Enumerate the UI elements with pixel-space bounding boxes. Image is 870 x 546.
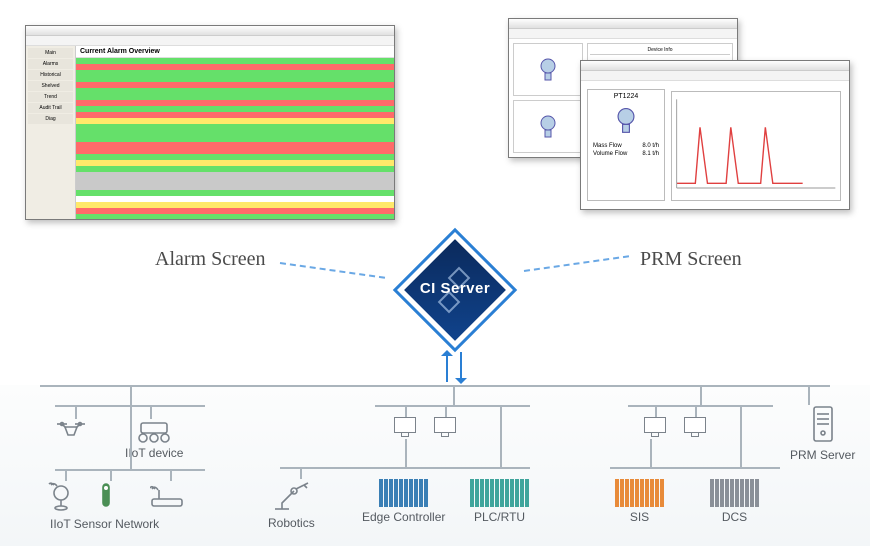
transmitter-icon bbox=[533, 55, 563, 85]
sensor-ball-icon bbox=[48, 481, 74, 511]
main-bus bbox=[40, 385, 830, 387]
transmitter-icon bbox=[533, 112, 563, 142]
prm-server-label: PRM Server bbox=[790, 448, 855, 462]
iiot-device-label: IIoT device bbox=[125, 446, 183, 460]
prm-screenshot-2: PT1224 Mass Flow8.0 t/hVolume Flow8.1 t/… bbox=[580, 60, 850, 210]
dcs-rack: DCS bbox=[710, 479, 759, 524]
alarm-sidebar-item: Trend bbox=[28, 92, 73, 102]
network-topology: IIoT device IIoT Sensor Network Robotics… bbox=[0, 385, 870, 546]
connector-alarm-to-ci bbox=[280, 262, 385, 279]
hmi-icon bbox=[684, 417, 706, 433]
alarm-sidebar-item: Shelved bbox=[28, 81, 73, 91]
readings-list: Mass Flow8.0 t/hVolume Flow8.1 t/h bbox=[591, 142, 661, 158]
window-toolbar bbox=[509, 29, 737, 39]
hmi-icon bbox=[644, 417, 666, 433]
rover-icon: IIoT device bbox=[125, 419, 183, 460]
window-titlebar bbox=[581, 61, 849, 71]
hmi-icon bbox=[394, 417, 416, 433]
drone-icon bbox=[55, 419, 87, 441]
alarm-row bbox=[76, 214, 394, 219]
alarm-table-rows bbox=[76, 58, 394, 219]
device-card bbox=[513, 43, 583, 96]
sensor-stick-icon bbox=[98, 481, 114, 511]
hmi-icon bbox=[434, 417, 456, 433]
window-titlebar bbox=[26, 26, 394, 36]
alarm-sidebar-item: Audit Trail bbox=[28, 103, 73, 113]
connector-prm-to-ci bbox=[524, 255, 629, 272]
ci-server-label: CI Server bbox=[395, 280, 515, 297]
robot-arm-icon: Robotics bbox=[268, 479, 315, 530]
iiot-sensor-network-label: IIoT Sensor Network bbox=[50, 517, 159, 531]
device-card bbox=[513, 100, 583, 153]
reading-row: Mass Flow8.0 t/h bbox=[591, 142, 661, 150]
device-id: PT1224 bbox=[591, 93, 661, 100]
window-toolbar bbox=[26, 36, 394, 46]
device-info-title: Device Info bbox=[590, 46, 730, 55]
prm-screen-label: PRM Screen bbox=[640, 248, 742, 271]
robotics-label: Robotics bbox=[268, 516, 315, 530]
alarm-sidebar-item: Historical bbox=[28, 70, 73, 80]
alarm-sidebar: MainAlarmsHistoricalShelvedTrendAudit Tr… bbox=[26, 46, 76, 219]
window-titlebar bbox=[509, 19, 737, 29]
reading-row: Volume Flow8.1 t/h bbox=[591, 150, 661, 158]
prm-server-icon: PRM Server bbox=[790, 405, 855, 462]
alarm-screen-label: Alarm Screen bbox=[155, 248, 266, 271]
plc-rtu-label: PLC/RTU bbox=[474, 510, 525, 524]
trend-chart bbox=[671, 91, 841, 201]
window-toolbar bbox=[581, 71, 849, 81]
alarm-sidebar-item: Alarms bbox=[28, 59, 73, 69]
alarm-sidebar-item: Main bbox=[28, 48, 73, 58]
router-icon bbox=[150, 481, 184, 509]
alarm-table-title: Current Alarm Overview bbox=[76, 46, 394, 58]
sis-label: SIS bbox=[630, 510, 649, 524]
bidirectional-arrow-icon bbox=[444, 348, 466, 386]
plc-rtu-rack: PLC/RTU bbox=[470, 479, 529, 524]
edge-controller-rack: Edge Controller bbox=[362, 479, 445, 524]
dcs-label: DCS bbox=[722, 510, 747, 524]
trend-line-icon bbox=[672, 92, 840, 200]
transmitter-icon bbox=[609, 104, 643, 138]
ci-server-node: CI Server bbox=[395, 230, 515, 350]
alarm-screenshot: MainAlarmsHistoricalShelvedTrendAudit Tr… bbox=[25, 25, 395, 220]
edge-controller-label: Edge Controller bbox=[362, 510, 445, 524]
sis-rack: SIS bbox=[615, 479, 664, 524]
alarm-sidebar-item: Diag bbox=[28, 114, 73, 124]
device-readings-panel: PT1224 Mass Flow8.0 t/hVolume Flow8.1 t/… bbox=[587, 89, 665, 201]
